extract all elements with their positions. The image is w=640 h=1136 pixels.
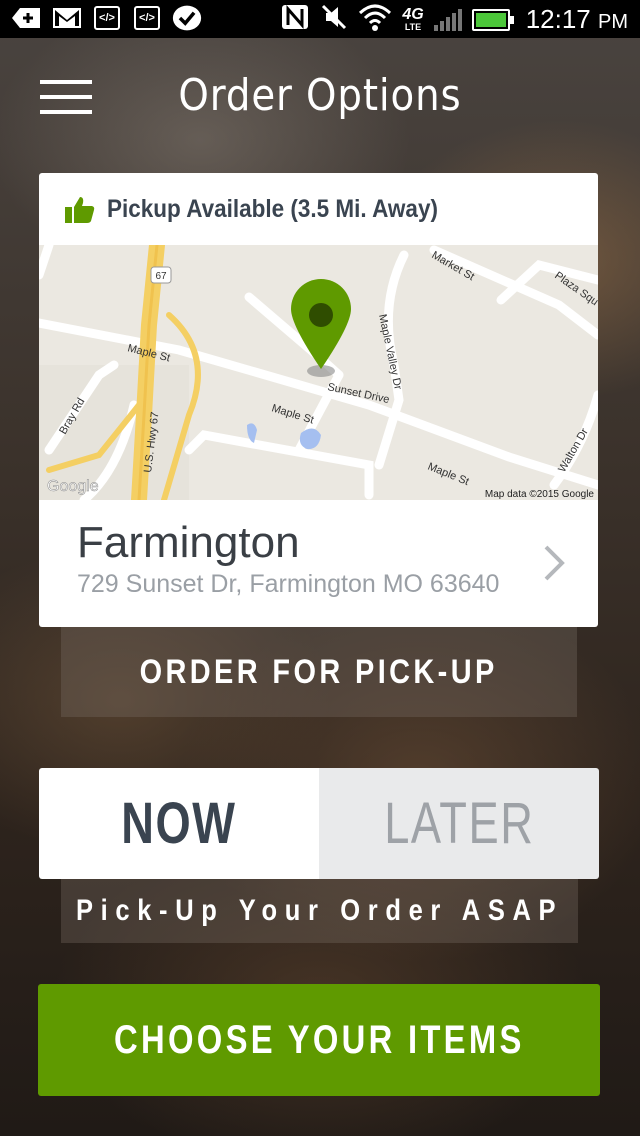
order-for-pickup-button[interactable]: ORDER FOR PICK-UP (61, 627, 577, 717)
chevron-right-icon (544, 545, 565, 581)
google-logo: Google (47, 478, 99, 495)
pickup-availability: Pickup Available (3.5 Mi. Away) (39, 173, 598, 245)
code-notification-icon: </> (92, 4, 122, 32)
status-bar: </> </> 4G LTE 12:17 PM (0, 0, 640, 38)
thumbs-up-icon (65, 197, 95, 223)
nfc-icon (280, 3, 310, 36)
location-card: Pickup Available (3.5 Mi. Away) 67 Maple… (39, 173, 598, 627)
location-map[interactable]: 67 Maple St Maple St Maple St Sunset Dri… (39, 245, 598, 500)
signal-strength-icon (433, 8, 462, 31)
store-name: Farmington (77, 518, 300, 567)
pickup-availability-text: Pickup Available (3.5 Mi. Away) (107, 194, 438, 223)
task-check-icon (172, 4, 202, 32)
choose-your-items-button[interactable]: CHOOSE YOUR ITEMS (38, 984, 600, 1096)
network-type: 4G LTE (402, 6, 424, 32)
order-for-pickup-label: ORDER FOR PICK-UP (139, 652, 499, 691)
later-option[interactable]: LATER (319, 768, 599, 879)
timing-description: Pick-Up Your Order ASAP (61, 879, 578, 943)
store-location-row[interactable]: Farmington 729 Sunset Dr, Farmington MO … (39, 500, 598, 627)
code-notification-icon-2: </> (132, 4, 162, 32)
now-option[interactable]: NOW (39, 768, 319, 879)
add-notification-icon (12, 4, 42, 32)
map-attribution: Map data ©2015 Google (485, 489, 595, 500)
battery-icon (471, 8, 514, 31)
mute-icon (320, 3, 348, 36)
gmail-icon (52, 4, 82, 32)
wifi-icon (358, 3, 392, 36)
timing-toggle: NOW LATER (39, 768, 599, 879)
page-title: Order Options (178, 70, 462, 121)
map-label-hwy-shield: 67 (155, 271, 167, 282)
store-address: 729 Sunset Dr, Farmington MO 63640 (77, 570, 500, 598)
clock: 12:17 PM (525, 4, 628, 34)
